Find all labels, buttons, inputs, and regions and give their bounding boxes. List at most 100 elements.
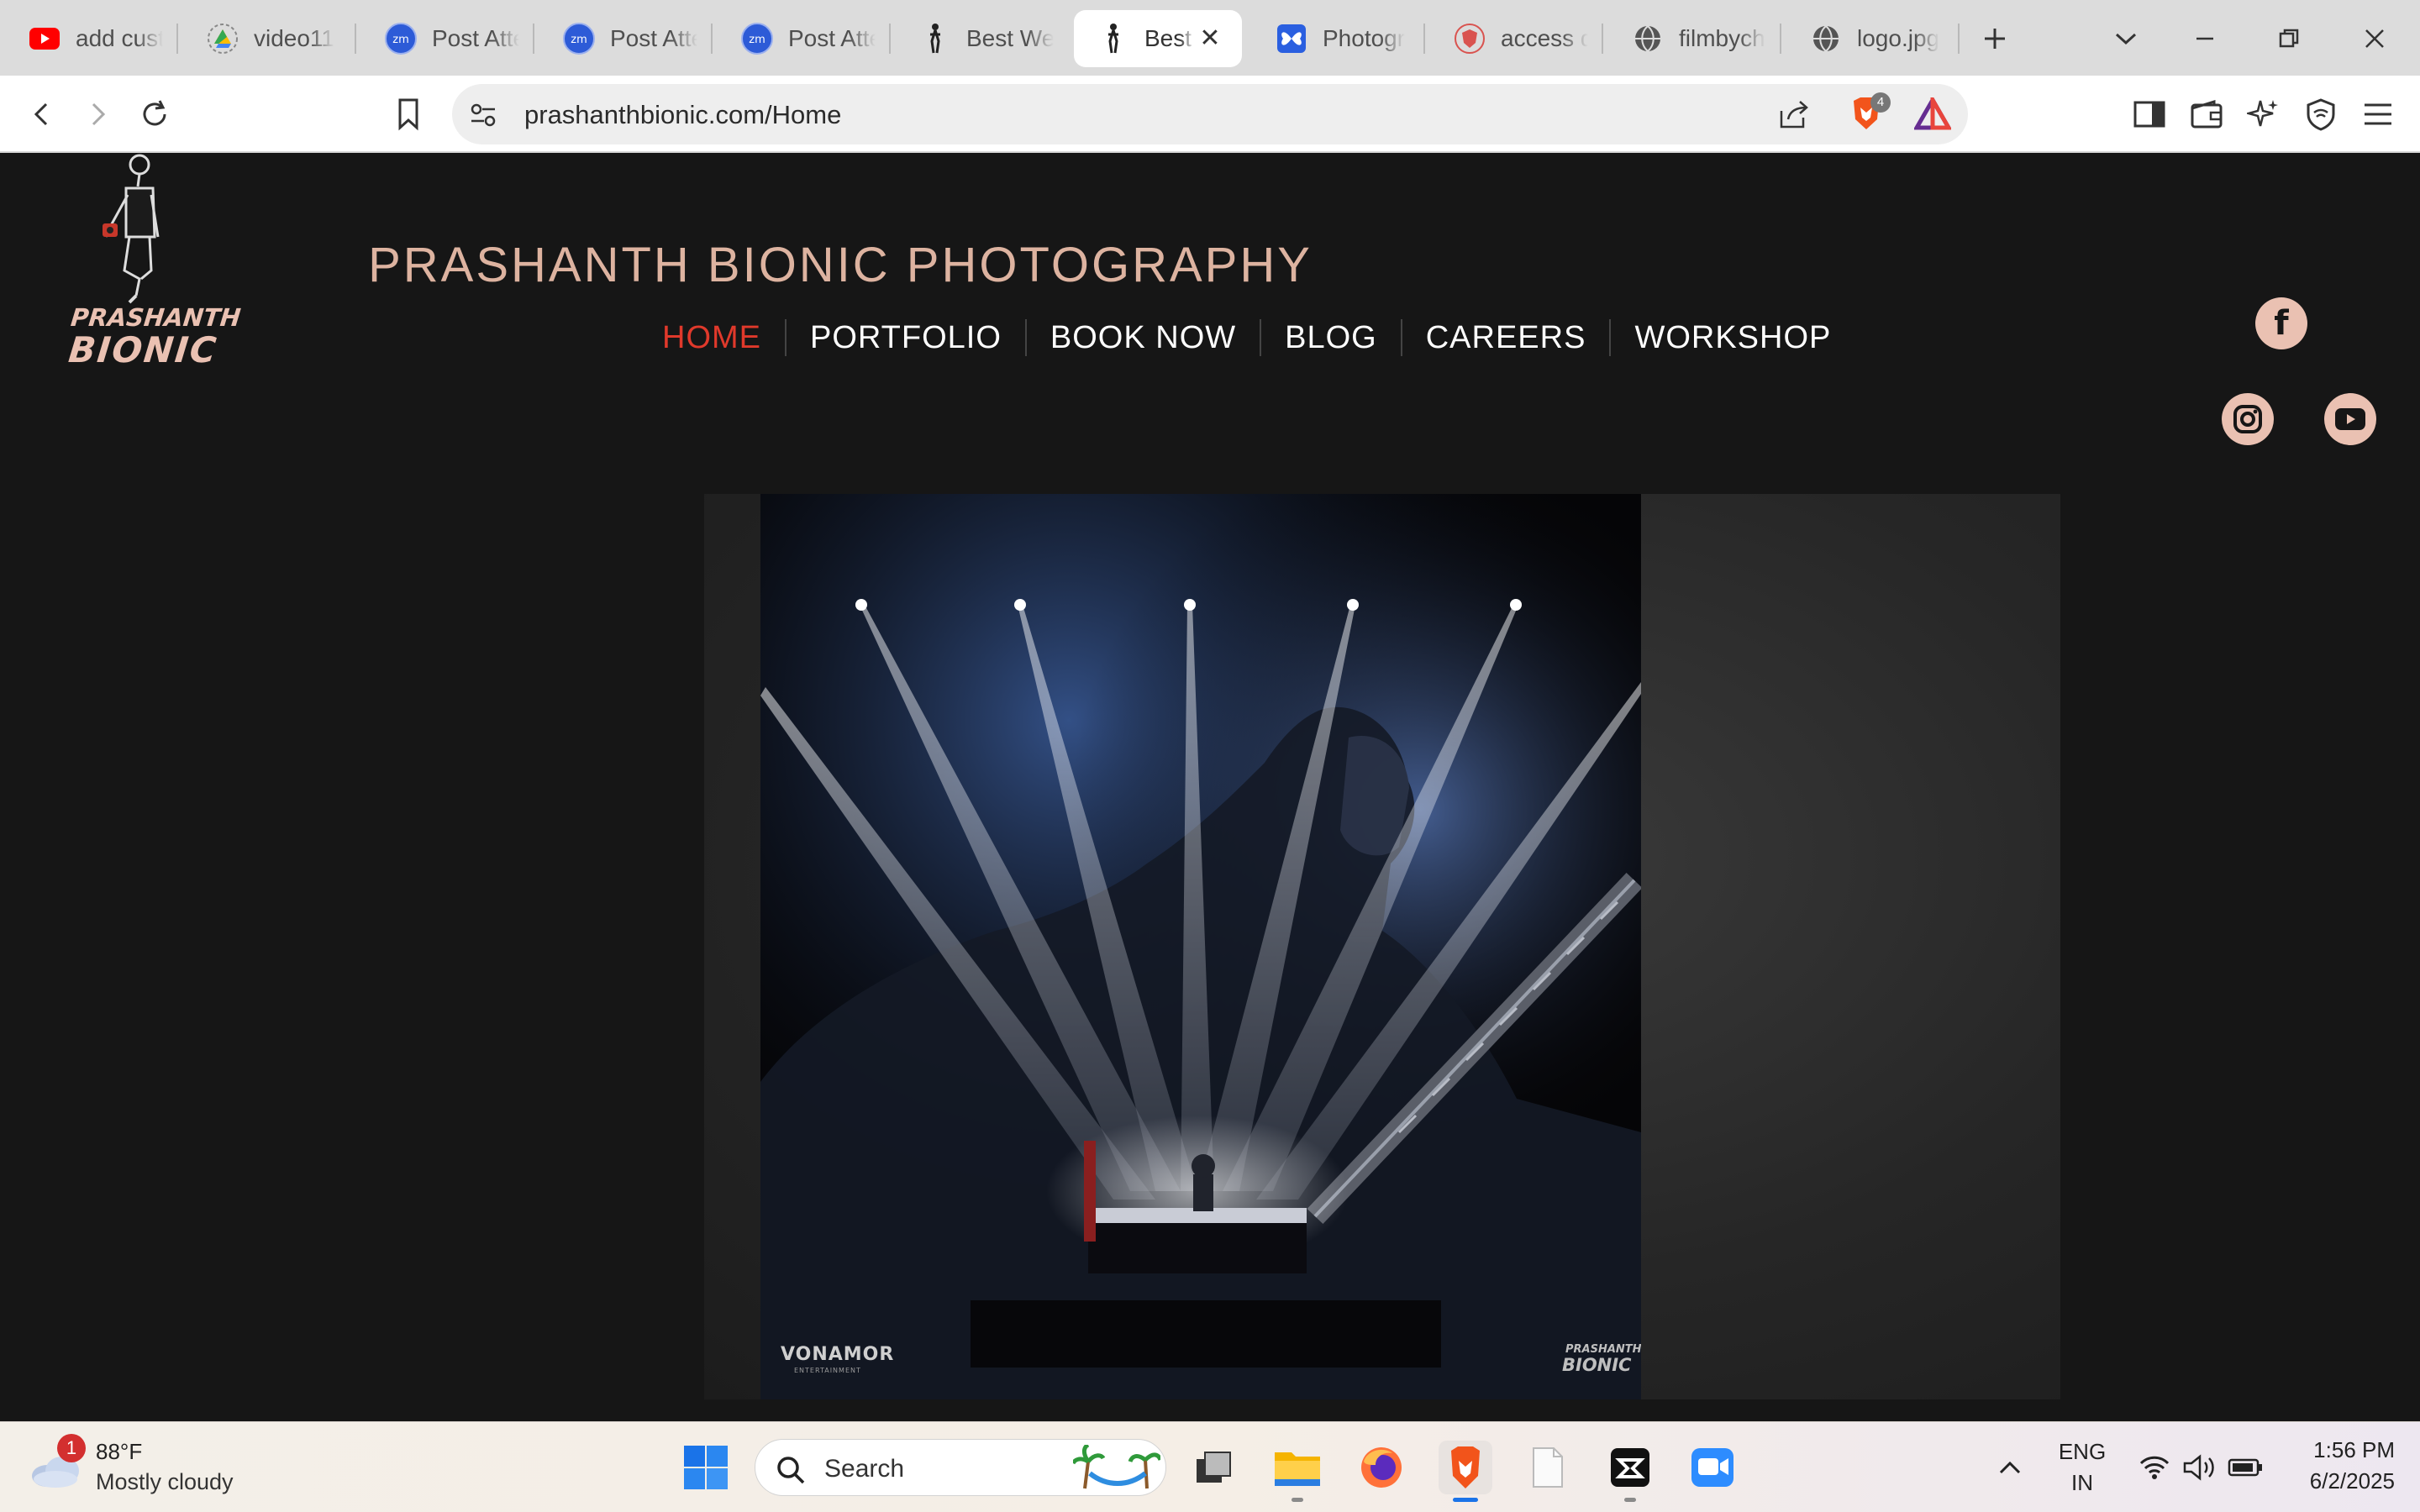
tab-best-active[interactable]: Best ✕ xyxy=(1074,10,1242,67)
firefox-button[interactable] xyxy=(1355,1441,1408,1494)
speaker-icon xyxy=(2183,1454,2214,1481)
tab-filmbych[interactable]: filmbych xyxy=(1608,10,1781,67)
nav-workshop[interactable]: WORKSHOP xyxy=(1611,319,1854,356)
wifi-icon xyxy=(2139,1456,2170,1479)
forward-button[interactable] xyxy=(74,91,121,138)
show-hidden-icons-button[interactable] xyxy=(1983,1441,2037,1494)
address-bar[interactable]: prashanthbionic.com/Home 4 xyxy=(452,84,1968,144)
back-button[interactable] xyxy=(18,91,66,138)
zoom-icon: zm xyxy=(563,23,595,55)
tab-zoom-1[interactable]: zm Post Atte xyxy=(361,10,534,67)
nav-home[interactable]: HOME xyxy=(639,319,786,356)
tab-best-web[interactable]: Best We xyxy=(896,10,1069,67)
tab-youtube[interactable]: add cust xyxy=(5,10,178,67)
site-title: PRASHANTH BIONIC PHOTOGRAPHY xyxy=(0,237,2420,293)
nav-careers[interactable]: CAREERS xyxy=(1402,319,1612,356)
new-tab-button[interactable] xyxy=(1971,15,2018,62)
tab-search-dropdown[interactable] xyxy=(2102,15,2149,62)
globe-icon xyxy=(1632,23,1664,55)
tab-logo-jpg[interactable]: logo.jpg xyxy=(1786,10,1960,67)
forward-arrow-icon xyxy=(92,102,106,126)
leo-ai-button[interactable] xyxy=(2240,91,2287,138)
shields-count-badge: 4 xyxy=(1870,92,1891,113)
google-drive-icon xyxy=(207,23,239,55)
tab-google-drive[interactable]: video11 xyxy=(183,10,356,67)
clock[interactable]: 1:56 PM 6/2/2025 xyxy=(2277,1437,2395,1494)
youtube-icon xyxy=(29,23,60,55)
capcut-button[interactable] xyxy=(1603,1441,1657,1494)
notepad-button[interactable] xyxy=(1521,1441,1575,1494)
nav-book-now[interactable]: BOOK NOW xyxy=(1027,319,1262,356)
brave-shields-icon[interactable]: 4 xyxy=(1847,92,1891,133)
url-text[interactable]: prashanthbionic.com/Home xyxy=(524,100,841,130)
wallet-icon xyxy=(2191,100,2223,129)
logo-wordmark: PRASHANTH BIONIC xyxy=(66,303,243,370)
svg-text:zm: zm xyxy=(392,34,409,46)
reload-icon xyxy=(143,100,166,126)
youtube-link[interactable] xyxy=(2324,393,2376,445)
language-code: ENG xyxy=(2058,1439,2107,1464)
folder-icon xyxy=(1275,1452,1320,1486)
logo-line-1: PRASHANTH xyxy=(69,303,243,332)
tab-zoom-3[interactable]: zm Post Atte xyxy=(718,10,891,67)
weather-temp[interactable]: 88°F xyxy=(96,1439,142,1465)
document-icon xyxy=(1533,1447,1563,1488)
minimize-button[interactable] xyxy=(2181,15,2228,62)
reload-button[interactable] xyxy=(131,91,178,138)
tab-label: filmbych xyxy=(1679,25,1765,51)
tab-label: video11 xyxy=(254,25,335,51)
battery-button[interactable] xyxy=(2218,1441,2272,1494)
tab-photography[interactable]: Photogr xyxy=(1252,10,1425,67)
tab-zoom-2[interactable]: zm Post Atte xyxy=(539,10,713,67)
facebook-link[interactable]: f xyxy=(2255,297,2307,349)
active-indicator xyxy=(1453,1498,1478,1502)
hero-photo-concert[interactable]: VONAMOR ENTERTAINMENT PRASHANTH BIONIC xyxy=(760,494,1641,1399)
zoom-icon: zm xyxy=(385,23,417,55)
tab-label: Photogr xyxy=(1323,25,1406,51)
windows-logo-icon xyxy=(684,1446,728,1489)
tab-access[interactable]: access d xyxy=(1430,10,1603,67)
tab-label: Post Atte xyxy=(788,25,876,51)
brave-lion-icon xyxy=(1451,1446,1480,1488)
running-indicator xyxy=(1292,1498,1303,1502)
hamburger-menu-icon xyxy=(2365,103,2391,125)
dancer-icon xyxy=(919,23,951,55)
vpn-button[interactable] xyxy=(2297,91,2344,138)
language-region: IN xyxy=(2071,1470,2093,1495)
tab-strip: add cust video11 zm Post Atte zm Post At… xyxy=(0,0,2420,76)
nav-portfolio[interactable]: PORTFOLIO xyxy=(786,319,1027,356)
brave-browser-button[interactable] xyxy=(1439,1441,1492,1494)
nav-blog[interactable]: BLOG xyxy=(1261,319,1402,356)
vpn-shield-icon xyxy=(2307,98,2335,131)
main-nav: HOME PORTFOLIO BOOK NOW BLOG CAREERS WOR… xyxy=(639,312,1854,363)
tab-close-icon[interactable]: ✕ xyxy=(1197,25,1223,52)
tab-label: Best We xyxy=(966,25,1054,51)
tab-label: add cust xyxy=(76,25,163,51)
start-button[interactable] xyxy=(679,1441,733,1494)
restore-button[interactable] xyxy=(2265,15,2312,62)
zoom-app-icon xyxy=(1691,1448,1733,1487)
wallet-button[interactable] xyxy=(2183,91,2230,138)
hero-watermark-left-sub: ENTERTAINMENT xyxy=(794,1367,861,1374)
language-indicator[interactable]: ENG IN xyxy=(2049,1439,2116,1496)
web-page: PRASHANTH BIONIC PRASHANTH BIONIC PHOTOG… xyxy=(0,153,2420,1421)
sidebar-toggle-button[interactable] xyxy=(2126,91,2173,138)
brave-shield-icon xyxy=(1454,23,1486,55)
site-settings-icon[interactable] xyxy=(469,101,497,134)
search-placeholder: Search xyxy=(824,1455,905,1483)
zoom-app-button[interactable] xyxy=(1686,1441,1739,1494)
file-explorer-button[interactable] xyxy=(1270,1441,1324,1494)
weather-desc[interactable]: Mostly cloudy xyxy=(96,1469,234,1495)
main-menu-button[interactable] xyxy=(2354,91,2402,138)
butterfly-icon xyxy=(1276,23,1307,55)
search-highlight-illustration-icon xyxy=(1073,1445,1160,1489)
instagram-link[interactable] xyxy=(2222,393,2274,445)
share-icon[interactable] xyxy=(1778,99,1810,134)
task-view-button[interactable] xyxy=(1186,1441,1240,1494)
brave-rewards-icon[interactable] xyxy=(1912,92,1953,135)
clock-date: 6/2/2025 xyxy=(2309,1468,2395,1494)
close-window-button[interactable] xyxy=(2351,15,2398,62)
taskbar-search[interactable]: Search xyxy=(755,1439,1166,1496)
bookmark-button[interactable] xyxy=(385,91,432,138)
site-title-text: PRASHANTH BIONIC PHOTOGRAPHY xyxy=(368,238,1313,292)
